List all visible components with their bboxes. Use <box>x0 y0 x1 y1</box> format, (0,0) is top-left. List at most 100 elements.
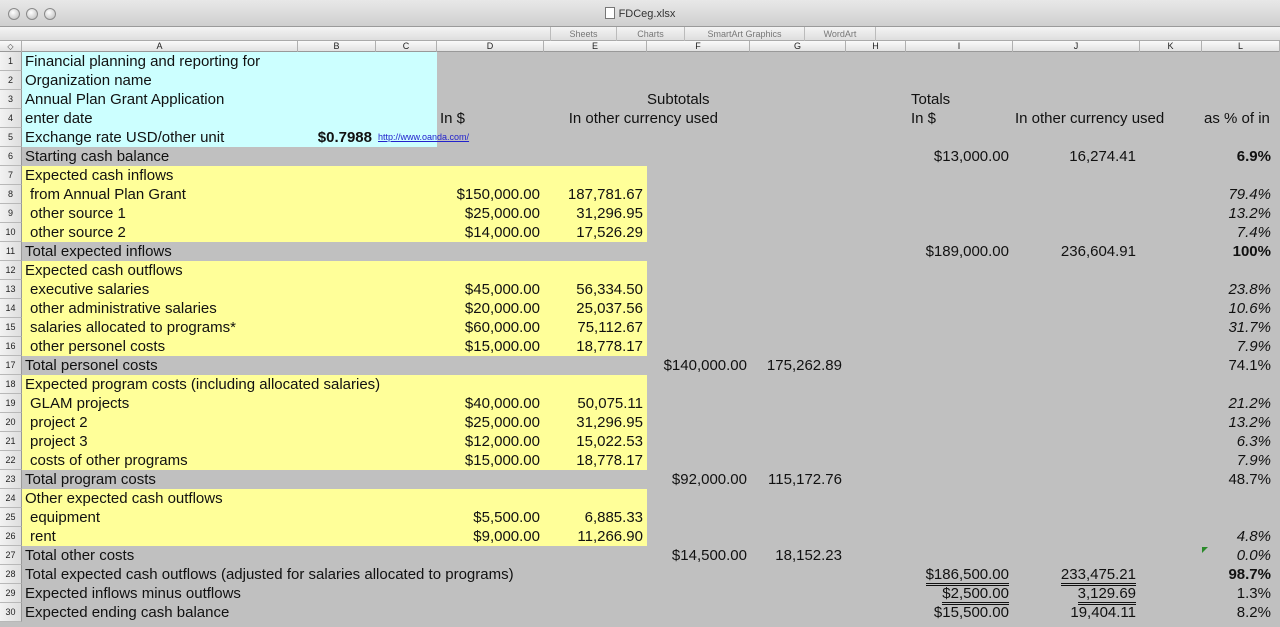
cell-a7[interactable]: Expected cash inflows <box>25 166 173 185</box>
cell-f27[interactable]: $14,500.00 <box>647 546 747 565</box>
column-header-d[interactable]: D <box>437 41 544 52</box>
cell-l22[interactable]: 7.9% <box>1202 451 1271 470</box>
column-header-k[interactable]: K <box>1140 41 1202 52</box>
ribbon-tab-charts[interactable]: Charts <box>616 27 684 41</box>
row-header-3[interactable]: 3 <box>0 90 22 109</box>
cell-a22[interactable]: costs of other programs <box>30 451 188 470</box>
row-header-17[interactable]: 17 <box>0 356 22 375</box>
cell-l6[interactable]: 6.9% <box>1202 147 1271 166</box>
row-header-6[interactable]: 6 <box>0 147 22 166</box>
cell-a2[interactable]: Organization name <box>25 71 152 90</box>
cell-a17[interactable]: Total personel costs <box>25 356 158 375</box>
cell-d15[interactable]: $60,000.00 <box>437 318 540 337</box>
row-header-22[interactable]: 22 <box>0 451 22 470</box>
row-header-9[interactable]: 9 <box>0 204 22 223</box>
row-header-27[interactable]: 27 <box>0 546 22 565</box>
row-header-2[interactable]: 2 <box>0 71 22 90</box>
cell-d10[interactable]: $14,000.00 <box>437 223 540 242</box>
cell-l8[interactable]: 79.4% <box>1202 185 1271 204</box>
row-header-8[interactable]: 8 <box>0 185 22 204</box>
cell-a9[interactable]: other source 1 <box>30 204 126 223</box>
select-all-corner[interactable]: ◇ <box>0 41 22 52</box>
row-header-13[interactable]: 13 <box>0 280 22 299</box>
cell-i11[interactable]: $189,000.00 <box>906 242 1009 261</box>
cell-j6[interactable]: 16,274.41 <box>1013 147 1136 166</box>
cell-e4[interactable]: In other currency used <box>544 109 718 128</box>
cell-i28[interactable]: $186,500.00 <box>925 566 1009 586</box>
cell-f3-subtotals[interactable]: Subtotals <box>647 90 750 109</box>
cell-e15[interactable]: 75,112.67 <box>544 318 643 337</box>
cell-a24[interactable]: Other expected cash outflows <box>25 489 223 508</box>
cell-i3-totals[interactable]: Totals <box>911 90 950 109</box>
cell-l15[interactable]: 31.7% <box>1202 318 1271 337</box>
cell-e22[interactable]: 18,778.17 <box>544 451 643 470</box>
row-header-29[interactable]: 29 <box>0 584 22 603</box>
cell-d9[interactable]: $25,000.00 <box>437 204 540 223</box>
cell-e8[interactable]: 187,781.67 <box>544 185 643 204</box>
cell-e20[interactable]: 31,296.95 <box>544 413 643 432</box>
cell-l28[interactable]: 98.7% <box>1202 565 1271 584</box>
cell-e16[interactable]: 18,778.17 <box>544 337 643 356</box>
cell-e9[interactable]: 31,296.95 <box>544 204 643 223</box>
cell-l26[interactable]: 4.8% <box>1202 527 1271 546</box>
cell-d21[interactable]: $12,000.00 <box>437 432 540 451</box>
cell-a20[interactable]: project 2 <box>30 413 88 432</box>
cell-d4[interactable]: In $ <box>440 109 465 128</box>
cell-a18[interactable]: Expected program costs (including alloca… <box>25 375 380 394</box>
cell-a10[interactable]: other source 2 <box>30 223 126 242</box>
column-header-i[interactable]: I <box>906 41 1013 52</box>
oanda-link[interactable]: http://www.oanda.com/ <box>378 128 469 147</box>
cell-g23[interactable]: 115,172.76 <box>750 470 842 489</box>
cell-a13[interactable]: executive salaries <box>30 280 149 299</box>
cell-l27[interactable]: 0.0% <box>1202 546 1271 565</box>
row-header-7[interactable]: 7 <box>0 166 22 185</box>
cell-j30[interactable]: 19,404.11 <box>1013 603 1136 622</box>
cell-j29[interactable]: 3,129.69 <box>1077 585 1136 605</box>
column-header-e[interactable]: E <box>544 41 647 52</box>
cell-l14[interactable]: 10.6% <box>1202 299 1271 318</box>
cell-e13[interactable]: 56,334.50 <box>544 280 643 299</box>
cell-l9[interactable]: 13.2% <box>1202 204 1271 223</box>
cell-l11[interactable]: 100% <box>1202 242 1271 261</box>
cell-i30[interactable]: $15,500.00 <box>906 603 1009 622</box>
cell-d19[interactable]: $40,000.00 <box>437 394 540 413</box>
column-header-b[interactable]: B <box>298 41 376 52</box>
ribbon-tab-wordart[interactable]: WordArt <box>804 27 876 41</box>
column-header-c[interactable]: C <box>376 41 437 52</box>
cell-a19[interactable]: GLAM projects <box>30 394 129 413</box>
ribbon-tab-smartart[interactable]: SmartArt Graphics <box>684 27 804 41</box>
cell-l19[interactable]: 21.2% <box>1202 394 1271 413</box>
row-header-26[interactable]: 26 <box>0 527 22 546</box>
cell-a11[interactable]: Total expected inflows <box>25 242 172 261</box>
cell-l17[interactable]: 74.1% <box>1202 356 1271 375</box>
cell-l20[interactable]: 13.2% <box>1202 413 1271 432</box>
cell-a8[interactable]: from Annual Plan Grant <box>30 185 186 204</box>
cell-g27[interactable]: 18,152.23 <box>750 546 842 565</box>
cell-d25[interactable]: $5,500.00 <box>437 508 540 527</box>
cell-d26[interactable]: $9,000.00 <box>437 527 540 546</box>
cell-l13[interactable]: 23.8% <box>1202 280 1271 299</box>
row-header-15[interactable]: 15 <box>0 318 22 337</box>
cell-d22[interactable]: $15,000.00 <box>437 451 540 470</box>
cell-a30[interactable]: Expected ending cash balance <box>25 603 229 622</box>
cell-a27[interactable]: Total other costs <box>25 546 134 565</box>
cell-f23[interactable]: $92,000.00 <box>647 470 747 489</box>
column-header-g[interactable]: G <box>750 41 846 52</box>
cell-l23[interactable]: 48.7% <box>1202 470 1271 489</box>
cell-a15[interactable]: salaries allocated to programs* <box>30 318 236 337</box>
row-header-20[interactable]: 20 <box>0 413 22 432</box>
cell-i6[interactable]: $13,000.00 <box>906 147 1009 166</box>
cell-a1[interactable]: Financial planning and reporting for <box>25 52 260 71</box>
cell-a16[interactable]: other personel costs <box>30 337 165 356</box>
row-header-24[interactable]: 24 <box>0 489 22 508</box>
cell-l4[interactable]: as % of in <box>1204 109 1280 128</box>
cell-a26[interactable]: rent <box>30 527 56 546</box>
row-header-1[interactable]: 1 <box>0 52 22 71</box>
row-header-19[interactable]: 19 <box>0 394 22 413</box>
ribbon-tab-sheets[interactable]: Sheets <box>550 27 616 41</box>
cell-a3[interactable]: Annual Plan Grant Application <box>25 90 224 109</box>
row-header-30[interactable]: 30 <box>0 603 22 622</box>
cell-j11[interactable]: 236,604.91 <box>1013 242 1136 261</box>
cell-a14[interactable]: other administrative salaries <box>30 299 217 318</box>
cell-l30[interactable]: 8.2% <box>1202 603 1271 622</box>
